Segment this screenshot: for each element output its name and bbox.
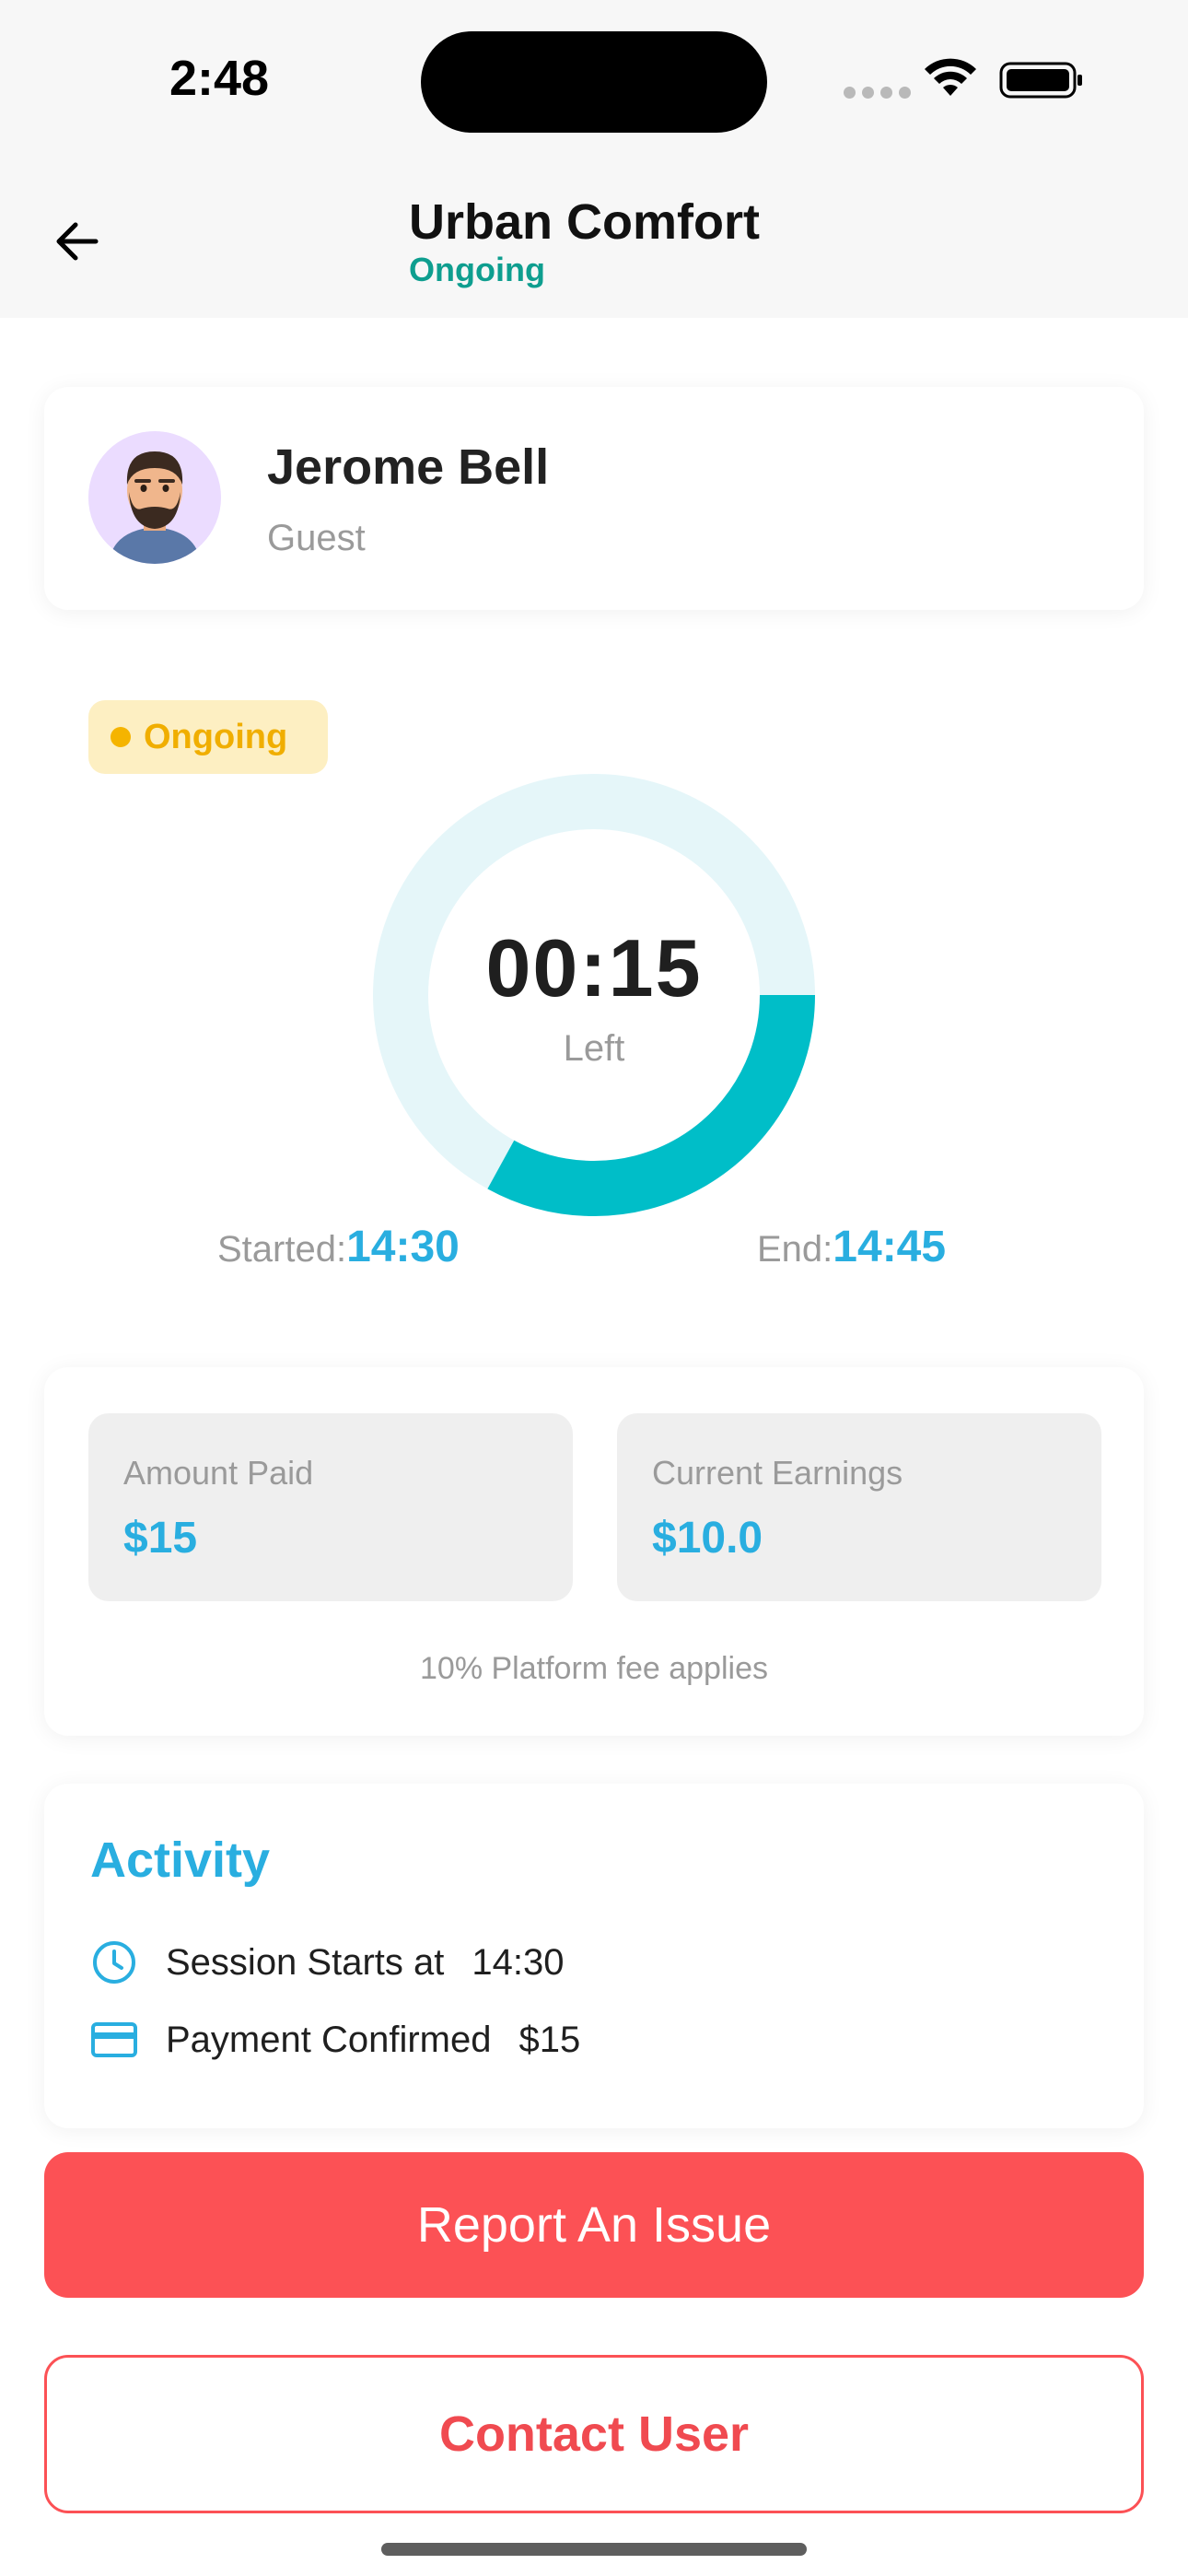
activity-item: Payment Confirmed $15 [90, 2016, 580, 2064]
credit-card-icon [90, 2016, 138, 2064]
amount-paid-value: $15 [123, 1514, 198, 1563]
top-bar: 2:48 Urban Comfort Ongoing [0, 0, 1188, 318]
user-name: Jerome Bell [267, 439, 550, 495]
countdown-timer: 00:15 [485, 922, 703, 1013]
end-value: 14:45 [833, 1223, 947, 1271]
end-label: End: [757, 1229, 833, 1270]
user-role: Guest [267, 518, 366, 558]
back-button[interactable] [44, 208, 111, 275]
session-start-time: Started: 14:30 [217, 1222, 460, 1272]
activity-item-value: 14:30 [472, 1941, 565, 1983]
status-dot-icon [111, 727, 131, 747]
clock-icon [90, 1938, 138, 1986]
report-issue-button[interactable]: Report An Issue [44, 2152, 1144, 2298]
battery-icon [999, 62, 1082, 99]
status-bar-time: 2:48 [169, 51, 270, 106]
user-card: Jerome Bell Guest [44, 387, 1144, 610]
activity-item-value: $15 [518, 2019, 581, 2060]
page-title: Urban Comfort [409, 194, 760, 250]
payment-card: Amount Paid $15 Current Earnings $10.0 1… [44, 1367, 1144, 1736]
amount-paid-label: Amount Paid [123, 1454, 314, 1492]
status-badge: Ongoing [88, 700, 328, 774]
page-status: Ongoing [409, 251, 545, 288]
arrow-left-icon [56, 222, 99, 261]
dynamic-island [421, 31, 767, 133]
start-label: Started: [217, 1229, 347, 1270]
start-value: 14:30 [346, 1223, 460, 1271]
platform-fee-note: 10% Platform fee applies [420, 1651, 768, 1686]
activity-item-label: Session Starts at [166, 1941, 445, 1983]
activity-card: Activity Session Starts at 14:30 Payment… [44, 1784, 1144, 2128]
current-earnings-value: $10.0 [652, 1514, 763, 1563]
contact-user-button[interactable]: Contact User [44, 2355, 1144, 2513]
home-indicator [381, 2543, 807, 2556]
wifi-icon [925, 58, 976, 96]
activity-title: Activity [90, 1832, 271, 1888]
current-earnings-label: Current Earnings [652, 1454, 903, 1492]
countdown-caption: Left [563, 1028, 625, 1069]
amount-paid-box: Amount Paid $15 [88, 1413, 573, 1601]
activity-item: Session Starts at 14:30 [90, 1938, 564, 1986]
countdown-ring-progress [487, 994, 815, 1216]
current-earnings-box: Current Earnings $10.0 [617, 1413, 1101, 1601]
avatar [88, 431, 221, 564]
session-end-time: End: 14:45 [757, 1222, 946, 1272]
activity-item-label: Payment Confirmed [166, 2019, 492, 2060]
cellular-signal-icon [844, 87, 911, 99]
status-badge-label: Ongoing [144, 717, 288, 756]
